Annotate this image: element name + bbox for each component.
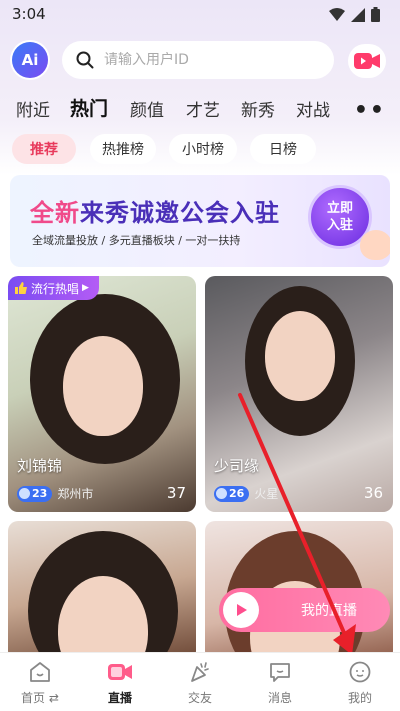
app-logo[interactable]: Ai [12, 42, 48, 78]
system-icons [329, 7, 380, 22]
viewer-count: 37 [166, 484, 186, 502]
viewer-count: 36 [363, 484, 383, 502]
streamer-name: 少司缘 [214, 457, 260, 475]
live-card[interactable]: 流行热唱 ▶ 刘锦锦 23 郑州市 37 [8, 276, 196, 512]
category-badge: 流行热唱 ▶ [8, 276, 99, 300]
hand-icon [360, 230, 390, 260]
filter-chips: 推荐 热推榜 小时榜 日榜 [0, 134, 400, 164]
search-box[interactable] [62, 41, 334, 79]
moon-icon [216, 488, 227, 499]
tab-looks[interactable]: 颜值 [130, 96, 164, 121]
nav-live[interactable]: 直播 [90, 659, 150, 706]
nav-messages[interactable]: 消息 [250, 659, 310, 706]
signal-icon [351, 7, 365, 22]
search-icon [76, 51, 94, 69]
live-camera-icon [107, 659, 133, 685]
wifi-icon [329, 7, 345, 21]
video-camera-icon [354, 53, 380, 69]
banner-title: 全新来秀诚邀公会入驻 [30, 199, 280, 227]
nav-me[interactable]: 我的 [330, 659, 390, 706]
chip-hot-list[interactable]: 热推榜 [90, 134, 156, 164]
streamer-location: 火星 [254, 487, 279, 501]
profile-face-icon [347, 659, 373, 685]
tab-battle[interactable]: 对战 [296, 96, 330, 121]
thumb-icon [15, 282, 27, 294]
moon-icon [19, 488, 30, 499]
streamer-name: 刘锦锦 [17, 457, 63, 475]
more-tabs-button[interactable]: •• [354, 98, 386, 123]
nav-friends[interactable]: 交友 [170, 659, 230, 706]
tab-talent[interactable]: 才艺 [186, 96, 220, 121]
level-badge: 26 [214, 485, 250, 502]
tab-newcomer[interactable]: 新秀 [241, 96, 275, 121]
tab-hot[interactable]: 热门 [70, 94, 108, 121]
party-popper-icon [187, 659, 213, 685]
bottom-nav: 首页 ⇄ 直播 交友 消息 我的 [0, 652, 400, 711]
status-bar: 3:04 [0, 0, 400, 30]
home-icon [27, 659, 53, 685]
play-icon [223, 592, 259, 628]
tab-nearby[interactable]: 附近 [16, 96, 50, 121]
level-badge: 23 [17, 485, 53, 502]
streamer-meta: 23 郑州市 [17, 485, 93, 502]
chip-recommend[interactable]: 推荐 [12, 134, 76, 164]
search-input[interactable] [104, 52, 304, 68]
message-icon [267, 659, 293, 685]
my-live-button[interactable]: 我的直播 [219, 588, 390, 632]
go-live-button[interactable] [348, 44, 386, 78]
my-live-label: 我的直播 [301, 603, 357, 619]
promo-banner[interactable]: 全新来秀诚邀公会入驻 全域流量投放 / 多元直播板块 / 一对一扶持 立即入驻 [10, 175, 390, 267]
status-time: 3:04 [12, 5, 46, 23]
category-tabs: 附近 热门 颜值 才艺 新秀 对战 •• [0, 92, 400, 126]
live-card[interactable] [8, 521, 196, 661]
chip-daily-list[interactable]: 日榜 [250, 134, 316, 164]
live-card[interactable]: 少司缘 26 火星 36 [205, 276, 393, 512]
nav-home[interactable]: 首页 ⇄ [10, 659, 70, 706]
streamer-location: 郑州市 [57, 487, 94, 501]
battery-icon [371, 7, 380, 22]
streamer-meta: 26 火星 [214, 485, 278, 502]
top-bar: Ai [0, 38, 400, 84]
banner-subtitle: 全域流量投放 / 多元直播板块 / 一对一扶持 [32, 234, 241, 247]
chip-hourly-list[interactable]: 小时榜 [169, 134, 237, 164]
